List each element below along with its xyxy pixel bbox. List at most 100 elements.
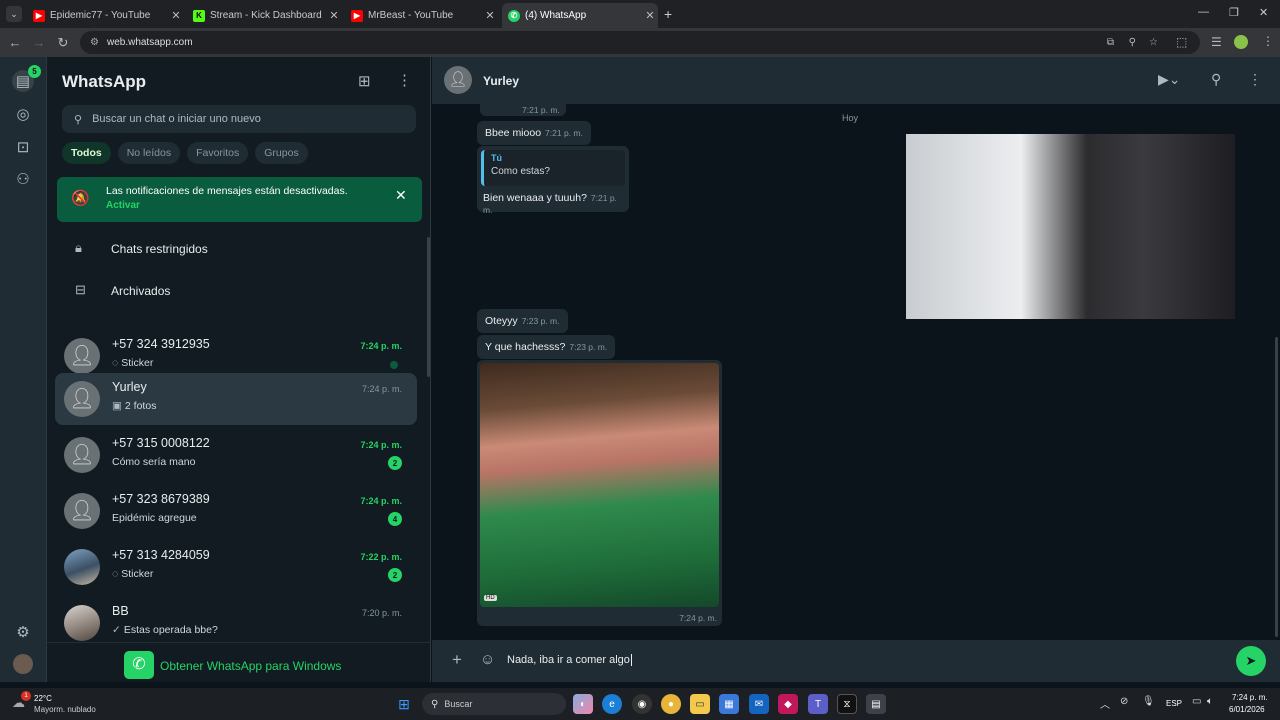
tab-list-icon[interactable]: ⌄ (6, 6, 22, 22)
default-avatar-icon[interactable]: 👤︎ (444, 66, 472, 94)
volume-icon[interactable]: 🔈︎ (1207, 696, 1213, 707)
new-tab-icon[interactable]: + (664, 6, 672, 22)
restore-icon[interactable]: ❐ (1229, 6, 1239, 19)
sticker-emoji-icon[interactable]: ☺ (480, 651, 495, 668)
archived-item[interactable]: ⊟ Archivados (75, 282, 395, 302)
forward-icon[interactable]: → (27, 35, 51, 50)
default-avatar-icon: 👤︎ (64, 437, 100, 473)
incoming-message[interactable]: Y que hachesss? 7:23 p. m. (477, 335, 616, 359)
minimize-icon[interactable]: — (1198, 6, 1209, 18)
restricted-label: Chats restringidos (111, 242, 208, 256)
profile-avatar[interactable] (1234, 35, 1248, 49)
search-icon[interactable]: ⚲ (1211, 71, 1221, 88)
clock-time[interactable]: 7:24 p. m. (1232, 693, 1268, 702)
chrome-icon[interactable]: ● (661, 694, 681, 714)
conversation-panel: 👤︎ Yurley ▶︎⌄ ⚲ ⋮ 7:21 p. m. Bbee miooo 7… (432, 57, 1280, 682)
incoming-reply-message[interactable]: Tú Como estas? Bien wenaaa y tuuuh? 7:21 … (477, 146, 629, 215)
language-indicator[interactable]: ESP (1166, 699, 1182, 708)
reload-icon[interactable]: ↻ (51, 35, 75, 51)
scrollbar[interactable] (1275, 337, 1278, 637)
tab-label: Stream - Kick Dashboard (210, 10, 322, 21)
obs-icon[interactable]: ◉ (632, 694, 652, 714)
incoming-image-message[interactable]: HD 7:24 p. m. (477, 360, 722, 626)
network-icon[interactable]: ▭ (1192, 696, 1201, 707)
close-tab-icon[interactable]: ✕ (642, 9, 658, 22)
chat-photo[interactable]: HD (480, 363, 719, 607)
send-button[interactable]: ➤ (1236, 646, 1266, 676)
scrollbar[interactable] (427, 237, 430, 377)
chat-item[interactable]: 👤︎ +57 323 8679389 Epidémic agregue 7:24… (55, 485, 417, 537)
chat-header[interactable]: 👤︎ Yurley ▶︎⌄ ⚲ ⋮ (432, 57, 1280, 104)
reading-list-icon[interactable]: ☰ (1211, 35, 1222, 49)
tab-mrbeast[interactable]: ▶ MrBeast - YouTube ✕ (345, 3, 498, 28)
tab-whatsapp[interactable]: ✆ (4) WhatsApp ✕ (502, 3, 658, 28)
menu-kebab-icon[interactable]: ⋮ (1262, 34, 1274, 48)
teams-icon[interactable]: T (808, 694, 828, 714)
settings-gear-icon[interactable]: ⚙ (12, 621, 34, 643)
filter-chip-grupos[interactable]: Grupos (255, 142, 308, 164)
clock-date[interactable]: 6/01/2026 (1229, 705, 1265, 714)
activate-link[interactable]: Activar (106, 200, 140, 211)
taskbar-search[interactable]: ⚲ Buscar (422, 693, 566, 715)
search-input[interactable]: ⚲ Buscar un chat o iniciar uno nuevo (62, 105, 416, 133)
edge-icon[interactable]: e (602, 694, 622, 714)
copilot-icon[interactable]: ◐ (573, 694, 593, 714)
capcut-icon[interactable]: ⧖ (837, 694, 857, 714)
chat-time: 7:22 p. m. (360, 552, 402, 562)
notice-text: Las notificaciones de mensajes están des… (106, 185, 348, 197)
screen-share-icon[interactable]: ⧉ (1107, 37, 1114, 48)
get-app-banner[interactable]: ✆ Obtener WhatsApp para Windows (47, 642, 430, 682)
video-call-icon[interactable]: ▶︎⌄ (1158, 71, 1181, 88)
tray-chevron-icon[interactable]: ︿ (1100, 696, 1110, 711)
message-input[interactable]: Nada, iba ir a comer algo (507, 654, 632, 666)
store-icon[interactable]: ▦ (719, 694, 739, 714)
communities-icon[interactable]: ⚇ (12, 168, 34, 190)
tab-epidemic[interactable]: ▶ Epidemic77 - YouTube ✕ (27, 3, 184, 28)
message-time: 7:21 p. m. (522, 105, 560, 115)
message-time: 7:21 p. m. (545, 128, 583, 138)
menu-kebab-icon[interactable]: ⋮ (397, 71, 412, 89)
back-icon[interactable]: ← (3, 35, 27, 50)
bookmark-star-icon[interactable]: ☆ (1149, 37, 1158, 48)
chat-name: +57 315 0008122 (112, 436, 210, 450)
channels-icon[interactable]: ⊡ (12, 136, 34, 158)
close-tab-icon[interactable]: ✕ (168, 9, 184, 22)
filter-chip-todos[interactable]: Todos (62, 142, 111, 164)
close-icon[interactable]: ✕ (395, 187, 407, 204)
microphone-icon[interactable]: 🎙︎ (1142, 696, 1155, 707)
chat-item[interactable]: +57 313 4284059 ◌ Sticker 7:22 p. m. 2 (55, 541, 417, 593)
url-field[interactable]: ⚙ web.whatsapp.com ⧉ ⚲ ☆ (80, 31, 1200, 54)
calculator-icon[interactable]: ▤ (866, 694, 886, 714)
outlook-icon[interactable]: ✉ (749, 694, 769, 714)
attach-plus-icon[interactable]: + (452, 650, 462, 670)
site-info-icon[interactable]: ⚙ (90, 37, 99, 48)
status-icon[interactable]: ◎ (12, 103, 34, 125)
office-icon[interactable]: ◆ (778, 694, 798, 714)
filter-chip-no-leidos[interactable]: No leídos (117, 142, 181, 164)
default-avatar-icon: 👤︎ (64, 493, 100, 529)
chat-item-selected[interactable]: 👤︎ Yurley ▣ 2 fotos 7:24 p. m. (55, 373, 417, 425)
new-chat-icon[interactable]: ⊞ (358, 72, 371, 90)
sidebar-title: WhatsApp (62, 72, 147, 91)
close-window-icon[interactable]: ✕ (1259, 6, 1268, 19)
restricted-chats-item[interactable]: 🔒︎ Chats restringidos (75, 240, 395, 260)
quoted-message[interactable]: Tú Como estas? (481, 150, 625, 186)
chat-item[interactable]: 👤︎ +57 315 0008122 Cómo sería mano 7:24 … (55, 429, 417, 481)
incoming-message[interactable]: Oteyyy 7:23 p. m. (477, 309, 568, 333)
whatsapp-icon: ✆ (508, 9, 520, 22)
extensions-icon[interactable]: ⬚ (1176, 35, 1187, 49)
close-tab-icon[interactable]: ✕ (482, 9, 498, 22)
zoom-icon[interactable]: ⚲ (1129, 37, 1136, 48)
sticker-icon: ◌ (112, 357, 119, 369)
quote-author: Tú (491, 153, 502, 163)
start-windows-icon[interactable]: ⊞ (394, 694, 414, 714)
tray-app-icon[interactable]: ⊘ (1120, 696, 1128, 707)
file-explorer-icon[interactable]: ▭ (690, 694, 710, 714)
unread-badge: 2 (388, 568, 402, 582)
user-avatar[interactable] (13, 654, 33, 674)
filter-chip-favoritos[interactable]: Favoritos (187, 142, 249, 164)
incoming-message[interactable]: Bbee miooo 7:21 p. m. (477, 121, 591, 145)
close-tab-icon[interactable]: ✕ (326, 9, 342, 22)
tab-kick[interactable]: K Stream - Kick Dashboard ✕ (187, 3, 342, 28)
menu-kebab-icon[interactable]: ⋮ (1248, 71, 1262, 88)
